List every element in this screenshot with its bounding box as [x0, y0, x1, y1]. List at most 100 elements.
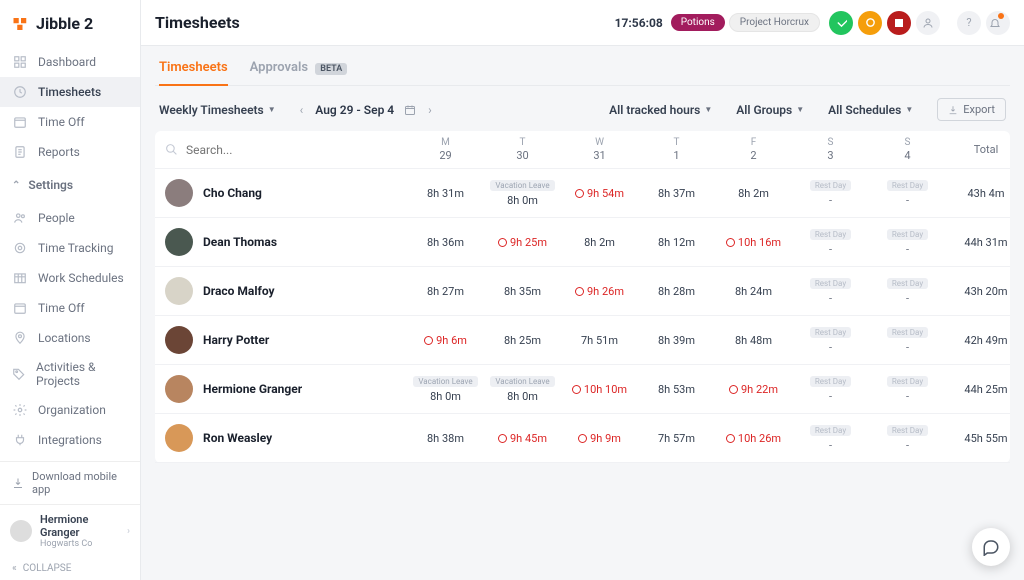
- rest-day-badge: Rest Day: [887, 278, 928, 289]
- hours-filter-dropdown[interactable]: All tracked hours ▼: [609, 103, 712, 117]
- current-user-row[interactable]: Hermione Granger Hogwarts Co ›: [0, 504, 140, 557]
- chevron-down-icon: ▼: [796, 105, 804, 114]
- overtime-icon: [726, 238, 735, 247]
- sidebar-item-label: Time Off: [38, 301, 85, 315]
- report-icon: [12, 144, 28, 160]
- sidebar-item-reports[interactable]: Reports: [0, 137, 140, 167]
- time-value: -: [829, 439, 832, 452]
- sidebar-item-dashboard[interactable]: Dashboard: [0, 47, 140, 77]
- sidebar-item-timesheets[interactable]: Timesheets: [0, 77, 140, 107]
- day-header: T30: [484, 137, 561, 162]
- app-logo[interactable]: Jibble 2: [0, 0, 140, 43]
- tab-label: Timesheets: [159, 60, 228, 75]
- view-mode-dropdown[interactable]: Weekly Timesheets ▼: [159, 103, 276, 117]
- rest-day-badge: Rest Day: [810, 425, 851, 436]
- time-value: 8h 0m: [507, 390, 538, 403]
- timesheet-row[interactable]: Cho Chang8h 31mVacation Leave8h 0m9h 54m…: [155, 169, 1010, 218]
- sidebar-item-time-off[interactable]: Time Off: [0, 107, 140, 137]
- timesheet-row[interactable]: Draco Malfoy8h 27m8h 35m9h 26m8h 28m8h 2…: [155, 267, 1010, 316]
- sidebar-item-label: Work Schedules: [38, 271, 124, 285]
- break-button[interactable]: [858, 11, 882, 35]
- timesheet-row[interactable]: Ron Weasley8h 38m9h 45m9h 9m7h 57m10h 26…: [155, 414, 1010, 463]
- time-value: -: [829, 243, 832, 256]
- collapse-sidebar-button[interactable]: « COLLAPSE: [0, 557, 140, 580]
- sidebar-item-time-off[interactable]: Time Off: [0, 293, 140, 323]
- avatar: [165, 326, 193, 354]
- calendar-off-icon: [12, 300, 28, 316]
- calendar-off-icon: [12, 114, 28, 130]
- person-name: Dean Thomas: [203, 235, 277, 249]
- download-mobile-link[interactable]: Download mobile app: [0, 461, 140, 504]
- sidebar-item-time-tracking[interactable]: Time Tracking: [0, 233, 140, 263]
- clock-out-button[interactable]: [887, 11, 911, 35]
- chat-widget-button[interactable]: [972, 528, 1010, 566]
- rest-day-badge: Rest Day: [887, 180, 928, 191]
- time-value: 8h 0m: [430, 390, 461, 403]
- schedules-filter-dropdown[interactable]: All Schedules ▼: [828, 103, 913, 117]
- search-input[interactable]: [186, 143, 336, 157]
- sidebar-item-label: Organization: [38, 403, 106, 417]
- dashboard-icon: [12, 54, 28, 70]
- next-week-button[interactable]: ›: [424, 103, 436, 117]
- notification-button[interactable]: [986, 11, 1010, 35]
- time-value: 8h 28m: [658, 285, 695, 298]
- timesheet-row[interactable]: Harry Potter9h 6m8h 25m7h 51m8h 39m8h 48…: [155, 316, 1010, 365]
- time-value: 8h 36m: [427, 236, 464, 249]
- day-header: S4: [869, 137, 946, 162]
- chevron-down-icon: ▼: [268, 105, 276, 114]
- user-menu-button[interactable]: [916, 11, 940, 35]
- timesheet-row[interactable]: Hermione Granger Vacation Leave 8h 0m Vacat…: [155, 365, 1010, 414]
- rest-day-badge: Rest Day: [810, 278, 851, 289]
- vacation-badge: Vacation Leave: [413, 376, 477, 387]
- time-value: -: [906, 292, 909, 305]
- time-value: 8h 39m: [658, 334, 695, 347]
- timesheet-row[interactable]: Dean Thomas8h 36m9h 25m8h 2m8h 12m10h 16…: [155, 218, 1010, 267]
- rest-day-badge: Rest Day: [810, 376, 851, 387]
- time-value: 9h 45m: [510, 432, 547, 445]
- vacation-badge: Vacation Leave: [490, 376, 554, 387]
- help-button[interactable]: ?: [957, 11, 981, 35]
- rest-day-badge: Rest Day: [887, 425, 928, 436]
- settings-header[interactable]: ⌃ Settings: [0, 171, 140, 199]
- tab-timesheets[interactable]: Timesheets: [159, 60, 228, 85]
- logo-text: Jibble 2: [36, 14, 93, 33]
- sidebar-item-organization[interactable]: Organization: [0, 395, 140, 425]
- sidebar-item-label: Time Off: [38, 115, 85, 129]
- sidebar-item-people[interactable]: People: [0, 203, 140, 233]
- sidebar-item-locations[interactable]: Locations: [0, 323, 140, 353]
- groups-filter-dropdown[interactable]: All Groups ▼: [736, 103, 804, 117]
- time-value: 8h 38m: [427, 432, 464, 445]
- person-name: Harry Potter: [203, 333, 269, 347]
- clock-in-button[interactable]: [829, 11, 853, 35]
- time-value: 8h 37m: [658, 187, 695, 200]
- collapse-label: COLLAPSE: [23, 563, 72, 574]
- sidebar-item-activities-projects[interactable]: Activities & Projects: [0, 353, 140, 395]
- project-pill-primary[interactable]: Potions: [671, 14, 725, 31]
- sidebar-item-label: Locations: [38, 331, 91, 345]
- time-value: 8h 53m: [658, 383, 695, 396]
- search-icon: [165, 143, 178, 156]
- person-name: Ron Weasley: [203, 431, 272, 445]
- calendar-icon[interactable]: [404, 104, 416, 116]
- view-mode-label: Weekly Timesheets: [159, 103, 264, 117]
- sidebar-item-label: Time Tracking: [38, 241, 113, 255]
- time-value: 8h 0m: [507, 194, 538, 207]
- sidebar-item-work-schedules[interactable]: Work Schedules: [0, 263, 140, 293]
- time-value: 7h 51m: [581, 334, 618, 347]
- date-range-label: Aug 29 - Sep 4: [315, 103, 394, 117]
- time-value: 8h 48m: [735, 334, 772, 347]
- prev-week-button[interactable]: ‹: [296, 103, 308, 117]
- sidebar-item-integrations[interactable]: Integrations: [0, 425, 140, 455]
- export-button[interactable]: Export: [937, 98, 1006, 121]
- person-name: Hermione Granger: [203, 382, 302, 396]
- tab-approvals[interactable]: Approvals BETA: [250, 60, 348, 85]
- hours-filter-label: All tracked hours: [609, 103, 700, 117]
- time-value: 8h 24m: [735, 285, 772, 298]
- project-pill-secondary[interactable]: Project Horcrux: [729, 13, 820, 32]
- time-value: 8h 25m: [504, 334, 541, 347]
- sidebar-item-label: Dashboard: [38, 55, 96, 69]
- notification-dot: [998, 13, 1004, 19]
- rest-day-badge: Rest Day: [810, 327, 851, 338]
- rest-day-badge: Rest Day: [810, 229, 851, 240]
- download-icon: [12, 477, 24, 489]
